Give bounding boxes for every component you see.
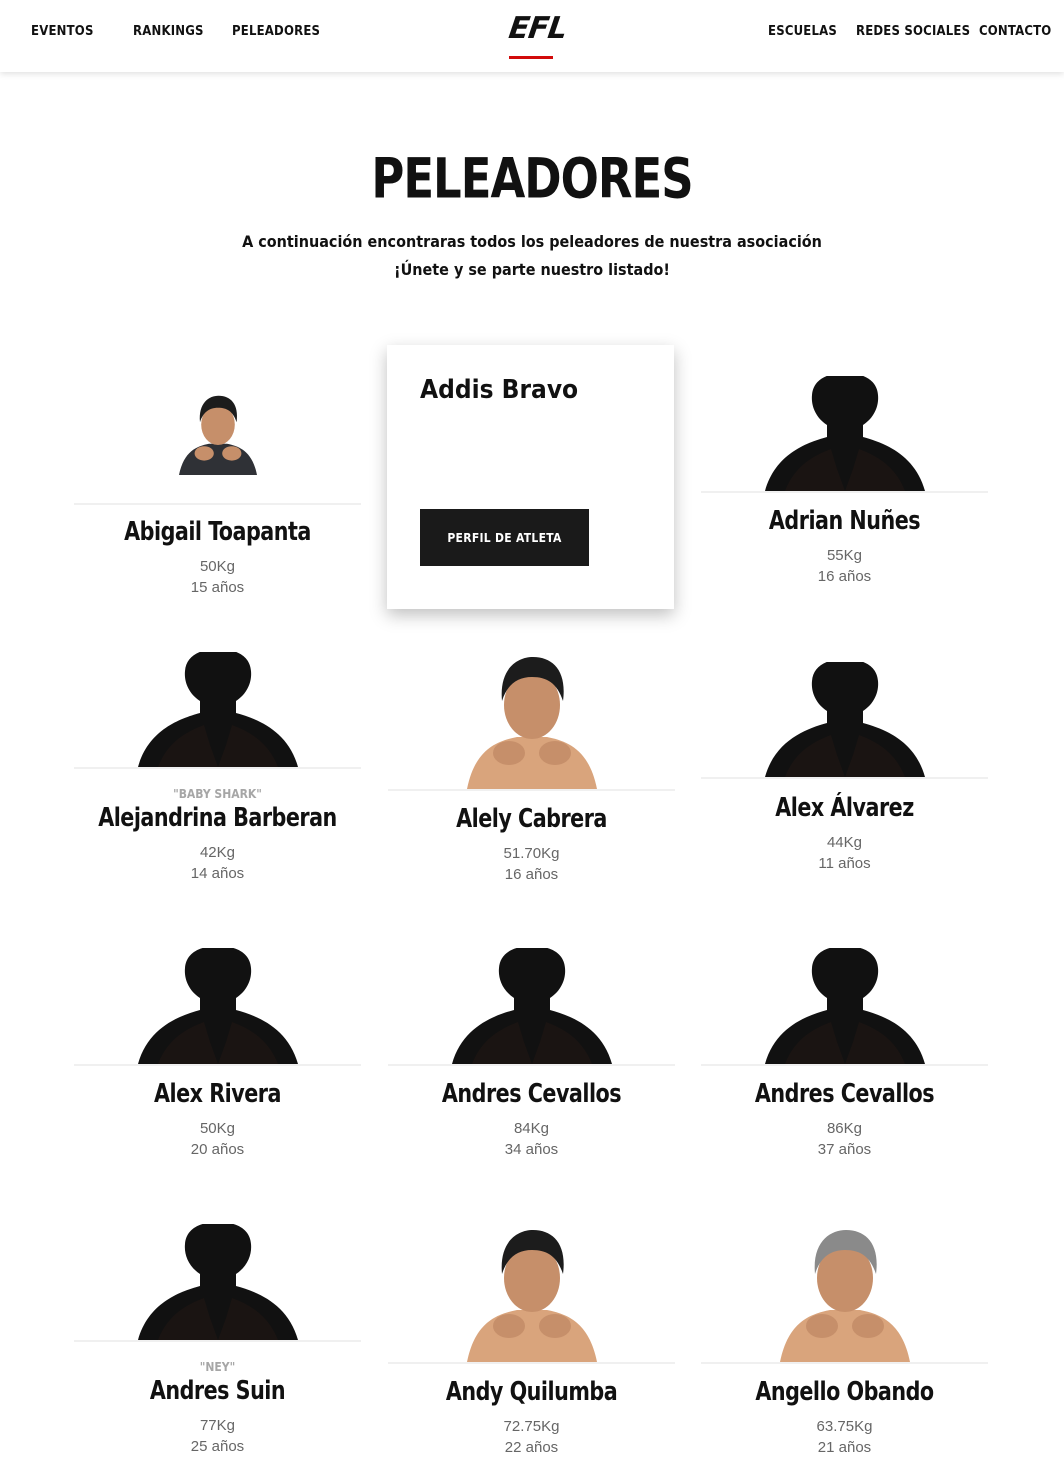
nav-eventos[interactable]: EVENTOS	[31, 24, 94, 39]
page-subtitle-line2: ¡Únete y se parte nuestro listado!	[394, 260, 670, 279]
card-divider	[74, 1340, 361, 1342]
card-divider	[74, 767, 361, 769]
silhouette-placeholder-icon	[137, 948, 298, 1064]
fighter-age: 22 años	[504, 1439, 559, 1456]
card-divider	[74, 1064, 361, 1066]
fighter-photo[interactable]	[74, 392, 361, 503]
logo-text: EFL	[506, 11, 569, 46]
fighter-name[interactable]: Adrian Nuñes	[701, 506, 988, 535]
card-divider	[388, 1064, 675, 1066]
athlete-profile-button[interactable]: PERFIL DE ATLETA	[420, 509, 589, 566]
fighter-weight: 50Kg	[199, 558, 236, 575]
card-divider	[701, 491, 988, 493]
fighter-name[interactable]: Alejandrina Barberan	[74, 803, 361, 832]
fighter-weight: 63.75Kg	[816, 1418, 873, 1435]
page-subtitle-line1: A continuación encontraras todos los pel…	[242, 232, 822, 251]
fighter-photo[interactable]	[74, 948, 361, 1064]
fighter-photo-icon	[779, 1230, 910, 1362]
nav-rankings[interactable]: RANKINGS	[133, 24, 204, 39]
card-divider	[388, 1362, 675, 1364]
fighter-age: 20 años	[190, 1141, 245, 1158]
fighter-photo[interactable]	[74, 652, 361, 767]
nav-contacto[interactable]: CONTACTO	[979, 24, 1051, 39]
fighter-weight: 84Kg	[513, 1120, 550, 1137]
card-divider	[388, 789, 675, 791]
fighter-weight: 51.70Kg	[503, 845, 560, 862]
fighter-photo[interactable]	[701, 662, 988, 777]
page-title: PELEADORES	[371, 147, 693, 211]
silhouette-placeholder-icon	[451, 948, 612, 1064]
fighter-age: 21 años	[817, 1439, 872, 1456]
fighter-name[interactable]: Alely Cabrera	[388, 804, 675, 833]
card-divider	[74, 503, 361, 505]
nav-peleadores[interactable]: PELEADORES	[232, 24, 320, 39]
fighter-weight: 77Kg	[199, 1417, 236, 1434]
fighter-name[interactable]: Alex Rivera	[74, 1079, 361, 1108]
fighter-weight: 55Kg	[826, 547, 863, 564]
card-divider	[701, 1362, 988, 1364]
fighter-card-hover[interactable]: Addis Bravo PERFIL DE ATLETA	[387, 345, 674, 609]
fighter-age: 14 años	[190, 865, 245, 882]
fighter-nickname: "BABY SHARK"	[173, 787, 262, 801]
fighter-weight: 44Kg	[826, 834, 863, 851]
silhouette-placeholder-icon	[764, 662, 925, 777]
fighter-age: 16 años	[817, 568, 872, 585]
silhouette-placeholder-icon	[764, 376, 925, 491]
fighter-name: Addis Bravo	[420, 375, 579, 405]
fighter-name[interactable]: Alex Álvarez	[701, 793, 988, 822]
fighter-photo[interactable]	[74, 1224, 361, 1340]
nav-escuelas[interactable]: ESCUELAS	[768, 24, 837, 39]
top-navigation: EVENTOS RANKINGS PELEADORES EFL ESCUELAS…	[0, 0, 1064, 72]
fighter-age: 34 años	[504, 1141, 559, 1158]
fighter-photo[interactable]	[388, 648, 675, 789]
fighter-age: 16 años	[504, 866, 559, 883]
fighter-age: 15 años	[190, 579, 245, 596]
fighter-age: 37 años	[817, 1141, 872, 1158]
fighter-name[interactable]: Angello Obando	[701, 1377, 988, 1406]
fighter-age: 11 años	[818, 855, 871, 872]
fighter-name[interactable]: Andy Quilumba	[388, 1377, 675, 1406]
fighter-photo[interactable]	[388, 1222, 675, 1362]
fighter-photo[interactable]	[701, 376, 988, 491]
fighter-age: 25 años	[190, 1438, 245, 1455]
card-divider	[701, 1064, 988, 1066]
fighter-photo[interactable]	[388, 948, 675, 1064]
logo-underline	[509, 56, 553, 59]
silhouette-placeholder-icon	[137, 1224, 298, 1340]
fighter-nickname: "NEY"	[199, 1360, 236, 1374]
fighter-photo[interactable]	[701, 1220, 988, 1362]
fighter-name[interactable]: Andres Cevallos	[701, 1079, 988, 1108]
silhouette-placeholder-icon	[137, 652, 298, 767]
fighter-photo-icon	[178, 395, 257, 475]
card-divider	[701, 777, 988, 779]
fighter-name[interactable]: Andres Cevallos	[388, 1079, 675, 1108]
fighter-name[interactable]: Abigail Toapanta	[74, 517, 361, 546]
nav-redes-sociales[interactable]: REDES SOCIALES	[856, 24, 970, 39]
fighter-weight: 42Kg	[199, 844, 236, 861]
fighter-photo-icon	[466, 657, 597, 789]
fighter-photo-icon	[466, 1230, 597, 1362]
fighter-weight: 50Kg	[199, 1120, 236, 1137]
silhouette-placeholder-icon	[764, 948, 925, 1064]
fighter-weight: 72.75Kg	[503, 1418, 560, 1435]
efl-logo[interactable]: EFL	[506, 11, 569, 60]
fighter-weight: 86Kg	[826, 1120, 863, 1137]
fighter-photo[interactable]	[701, 948, 988, 1064]
fighter-name[interactable]: Andres Suin	[74, 1376, 361, 1405]
